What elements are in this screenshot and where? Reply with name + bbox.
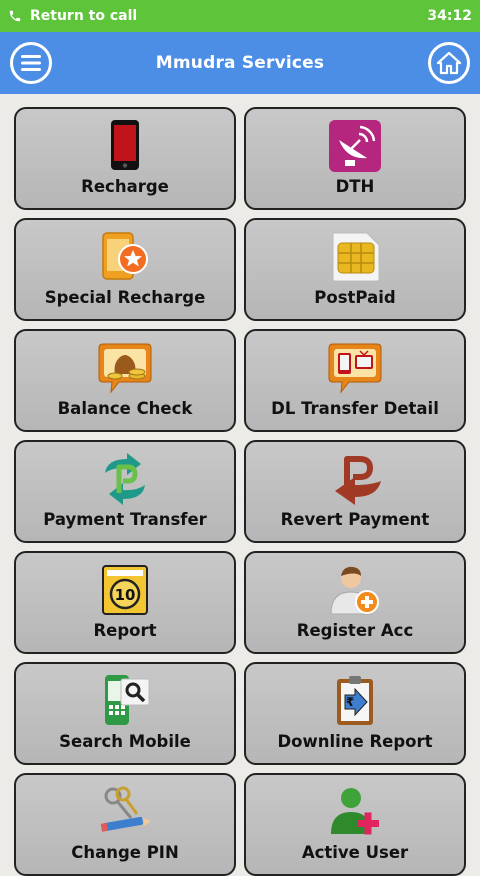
special-recharge-tile[interactable]: Special Recharge [14,218,236,321]
tile-label: Revert Payment [280,510,430,529]
search-mobile-tile[interactable]: Search Mobile [14,662,236,765]
downline-report-tile[interactable]: ₹ Downline Report [244,662,466,765]
devices-icon [328,343,382,394]
money-bag-icon [98,343,152,394]
special-recharge-icon [102,232,148,280]
services-grid: Recharge DTH Special Recharge PostPaid B… [14,107,466,876]
return-to-call[interactable]: Return to call [8,8,137,24]
balance-check-tile[interactable]: Balance Check [14,329,236,432]
recharge-tile[interactable]: Recharge [14,107,236,210]
tile-label: PostPaid [314,288,396,307]
dl-transfer-detail-tile[interactable]: DL Transfer Detail [244,329,466,432]
report-tile[interactable]: 10 Report [14,551,236,654]
search-mobile-icon [105,675,150,725]
satellite-dish-icon [329,120,381,172]
menu-icon [21,55,41,71]
dth-tile[interactable]: DTH [244,107,466,210]
page-title: Mmudra Services [155,53,325,73]
revert-payment-tile[interactable]: Revert Payment [244,440,466,543]
sim-card-icon [332,232,380,282]
add-user-icon [330,566,379,615]
tile-label: DL Transfer Detail [271,399,439,418]
keys-pencil-icon [100,786,151,832]
home-icon [436,51,462,75]
clipboard-rupee-icon: ₹ [337,676,373,725]
postpaid-tile[interactable]: PostPaid [244,218,466,321]
change-pin-tile[interactable]: Change PIN [14,773,236,876]
tile-label: Special Recharge [44,288,206,307]
tile-label: Active User [301,843,409,862]
mobile-phone-icon [111,120,139,170]
tile-label: Search Mobile [59,732,191,751]
register-acc-tile[interactable]: Register Acc [244,551,466,654]
svg-text:10: 10 [115,586,136,604]
tile-label: Register Acc [296,621,414,640]
tile-label: Report [93,621,157,640]
home-button[interactable] [428,42,470,84]
clock: 34:12 [427,8,472,24]
tile-label: Balance Check [57,399,193,418]
tile-label: Change PIN [71,843,179,862]
tile-label: Downline Report [277,732,433,751]
revert-payment-icon [335,456,381,505]
status-bar: Return to call 34:12 [0,0,480,32]
app-bar: Mmudra Services [0,32,480,94]
menu-button[interactable] [10,42,52,84]
tile-label: Recharge [81,177,169,196]
tile-label: Payment Transfer [43,510,207,529]
active-user-icon [331,788,379,835]
payment-transfer-icon [105,453,145,505]
return-to-call-label: Return to call [30,8,138,24]
report-icon: 10 [102,565,148,615]
tile-label: DTH [335,177,375,196]
active-user-tile[interactable]: Active User [244,773,466,876]
payment-transfer-tile[interactable]: Payment Transfer [14,440,236,543]
svg-text:₹: ₹ [346,695,354,709]
phone-icon [9,10,21,22]
